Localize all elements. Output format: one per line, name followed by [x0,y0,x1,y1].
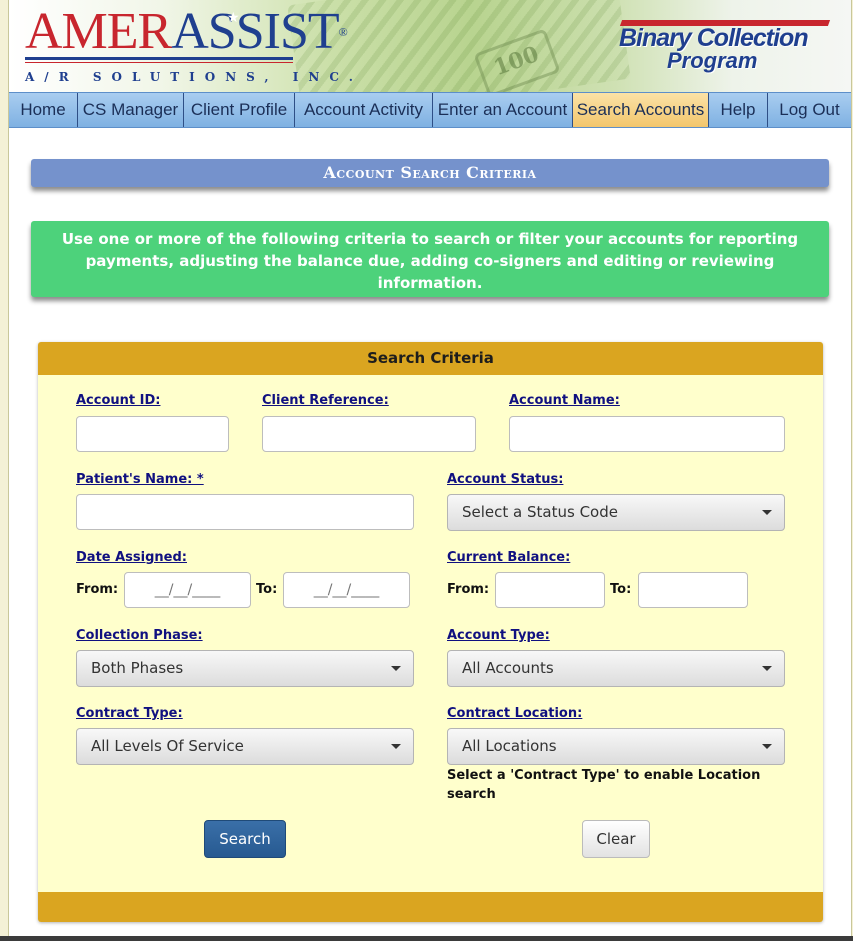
account-status-select[interactable]: Select a Status Code [447,494,785,531]
search-panel-header: Search Criteria [38,342,823,375]
page-title: Account Search Criteria [31,159,829,187]
program-logo: Binary Collection Program [619,18,831,76]
search-panel: Search Criteria Account ID: Client Refer… [38,342,823,922]
nav-log-out[interactable]: Log Out [768,93,851,127]
account-name-label[interactable]: Account Name: [509,393,620,408]
client-reference-input[interactable] [262,416,476,452]
contract-location-select[interactable]: All Locations [447,728,785,765]
date-assigned-label[interactable]: Date Assigned: [76,550,187,565]
collection-phase-label[interactable]: Collection Phase: [76,628,203,643]
contract-type-value: All Levels Of Service [91,737,244,755]
nav-client-profile[interactable]: Client Profile [184,93,295,127]
search-button[interactable]: Search [204,820,286,858]
location-hint: Select a 'Contract Type' to enable Locat… [447,768,761,802]
page-frame: 100 AMERASSIST® ★ A/R SOLUTIONS, INC. Bi… [8,0,852,936]
header-banner: 100 AMERASSIST® ★ A/R SOLUTIONS, INC. Bi… [9,0,851,92]
nav-search-accounts[interactable]: Search Accounts [573,93,709,127]
chevron-down-icon [762,744,772,749]
collection-phase-select[interactable]: Both Phases [76,650,414,687]
account-status-value: Select a Status Code [462,503,618,521]
date-from-input[interactable] [124,572,251,608]
date-from-label: From: [76,582,119,597]
chevron-down-icon [762,510,772,515]
account-type-label[interactable]: Account Type: [447,628,550,643]
logo-text-assist: ASSIST [171,3,339,60]
account-id-input[interactable] [76,416,229,452]
account-type-select[interactable]: All Accounts [447,650,785,687]
contract-location-value: All Locations [462,737,557,755]
logo-underline [25,57,293,60]
patients-name-label[interactable]: Patient's Name: * [76,472,204,487]
date-to-input[interactable] [283,572,410,608]
star-icon: ★ [227,10,240,26]
logo-underline-accent [25,62,293,63]
clear-button[interactable]: Clear [582,820,650,858]
nav-home[interactable]: Home [9,93,78,127]
patients-name-input[interactable] [76,494,414,530]
chevron-down-icon [391,744,401,749]
balance-from-input[interactable] [495,572,605,608]
account-status-label[interactable]: Account Status: [447,472,563,487]
logo-tagline: A/R SOLUTIONS, INC. [25,70,363,84]
company-logo[interactable]: AMERASSIST® [25,2,348,62]
balance-to-label: To: [610,582,632,597]
registered-mark: ® [338,25,348,39]
chevron-down-icon [391,666,401,671]
nav-account-activity[interactable]: Account Activity [295,93,433,127]
nav-help[interactable]: Help [709,93,768,127]
client-reference-label[interactable]: Client Reference: [262,393,389,408]
search-panel-footer [38,892,823,922]
contract-location-label[interactable]: Contract Location: [447,706,582,721]
main-nav: Home CS Manager Client Profile Account A… [9,92,851,128]
balance-to-input[interactable] [638,572,748,608]
account-id-label[interactable]: Account ID: [76,393,160,408]
collection-phase-value: Both Phases [91,659,184,677]
date-to-label: To: [256,582,278,597]
current-balance-label[interactable]: Current Balance: [447,550,570,565]
info-message: Use one or more of the following criteri… [31,221,829,297]
program-subtitle: Program [667,48,758,73]
window-bottom-edge [0,936,853,941]
contract-type-select[interactable]: All Levels Of Service [76,728,414,765]
account-name-input[interactable] [509,416,785,452]
account-type-value: All Accounts [462,659,554,677]
logo-text-amer: AMER [25,3,172,60]
nav-cs-manager[interactable]: CS Manager [78,93,184,127]
nav-enter-an-account[interactable]: Enter an Account [433,93,573,127]
balance-from-label: From: [447,582,490,597]
chevron-down-icon [762,666,772,671]
contract-type-label[interactable]: Contract Type: [76,706,183,721]
